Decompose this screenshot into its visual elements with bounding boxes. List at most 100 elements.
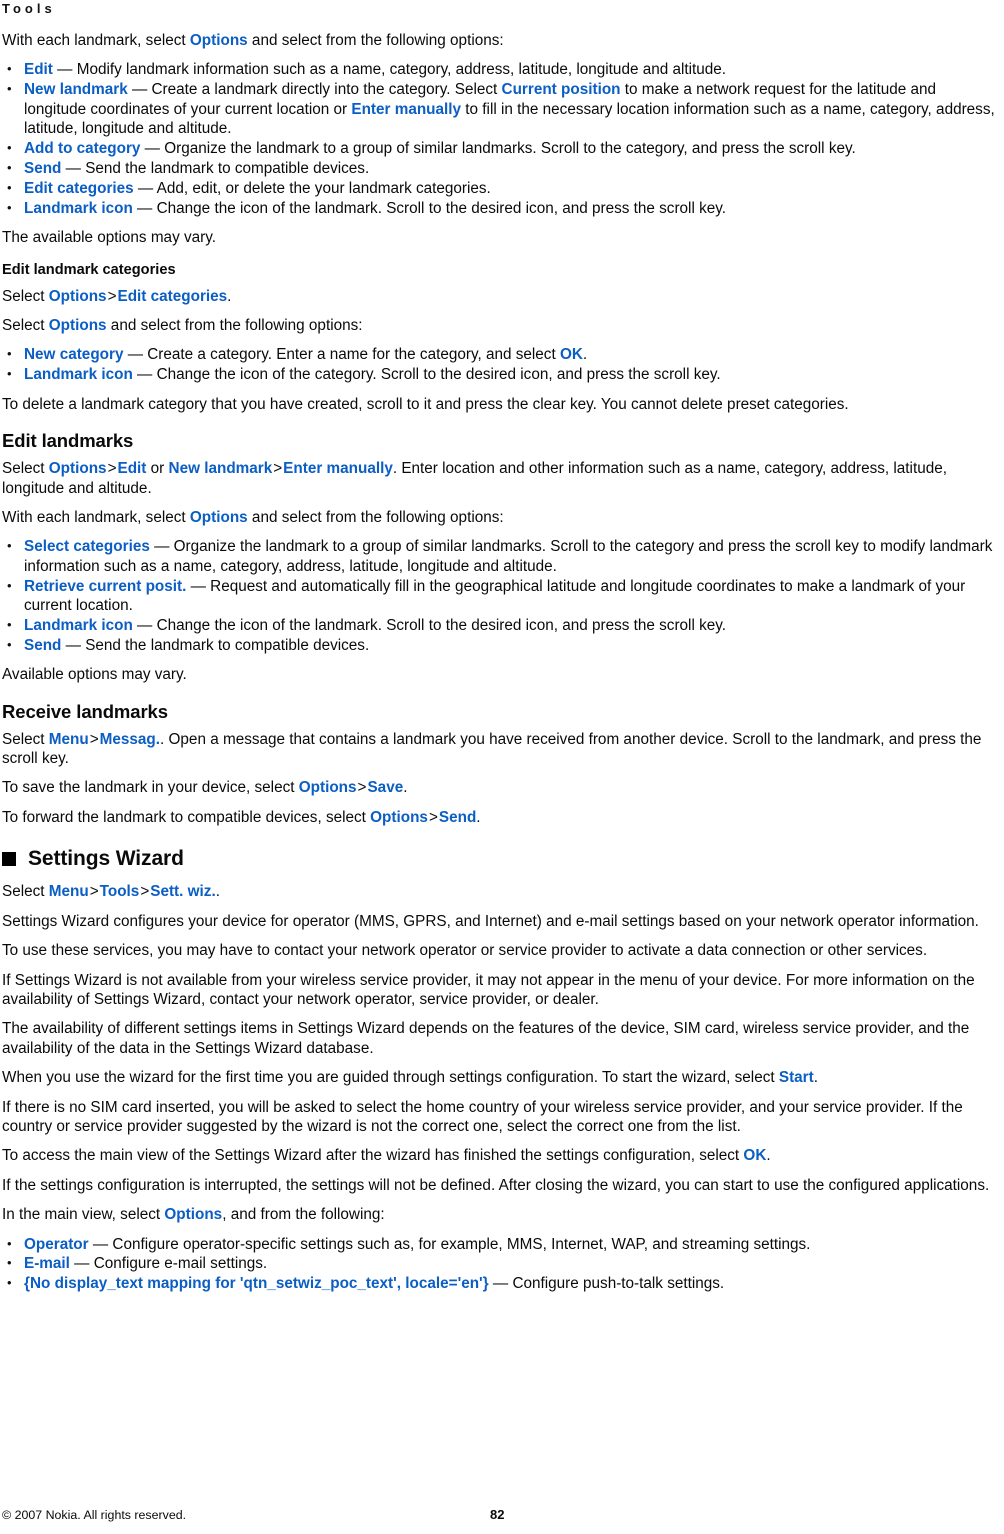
save-pre: To save the landmark in your device, sel…	[2, 779, 299, 797]
list-item-desc-a: — Create a category. Enter a name for th…	[123, 346, 560, 364]
list-item-desc: — Change the icon of the landmark. Scrol…	[132, 199, 727, 217]
ui-ref-retrieve-current-posit[interactable]: Retrieve current posit.	[24, 578, 186, 595]
select-pre: Select	[2, 883, 49, 901]
ui-ref-send[interactable]: Send	[439, 809, 476, 826]
ui-ref-landmark-icon[interactable]: Landmark icon	[24, 366, 133, 383]
main-view-access-paragraph: To access the main view of the Settings …	[2, 1146, 1000, 1165]
ui-ref-add-to-category[interactable]: Add to category	[24, 140, 140, 157]
main-view-post: .	[766, 1147, 771, 1165]
ui-ref-options[interactable]: Options	[49, 317, 107, 334]
ui-ref-current-position[interactable]: Current position	[502, 81, 621, 98]
ui-ref-new-landmark[interactable]: New landmark	[24, 81, 128, 98]
ui-ref-ok[interactable]: OK	[560, 346, 583, 363]
ui-ref-options[interactable]: Options	[190, 32, 248, 49]
ui-ref-edit[interactable]: Edit	[24, 61, 53, 78]
list-item: Send — Send the landmark to compatible d…	[2, 158, 1000, 178]
list-item: Landmark icon — Change the icon of the l…	[2, 615, 1000, 635]
ui-ref-enter-manually[interactable]: Enter manually	[351, 101, 461, 118]
page-footer: © 2007 Nokia. All rights reserved. 82	[2, 1507, 1000, 1523]
category-options-list: New category — Create a category. Enter …	[2, 344, 1000, 384]
forward-post: .	[476, 808, 481, 826]
path-separator: >	[107, 287, 117, 305]
heading-edit-landmarks: Edit landmarks	[2, 430, 134, 452]
ui-ref-tools[interactable]: Tools	[100, 883, 140, 900]
list-item-desc: — Configure operator-specific settings s…	[88, 1235, 811, 1253]
list-item-desc: — Add, edit, or delete the your landmark…	[133, 179, 491, 197]
ui-ref-edit[interactable]: Edit	[118, 460, 147, 477]
list-item: New landmark — Create a landmark directl…	[2, 79, 1000, 138]
ui-ref-ok[interactable]: OK	[743, 1147, 766, 1164]
ui-ref-save[interactable]: Save	[367, 779, 403, 796]
list-item: Landmark icon — Change the icon of the l…	[2, 198, 1000, 218]
chapter-heading-label: Settings Wizard	[28, 847, 184, 871]
list-item: E-mail — Configure e-mail settings.	[2, 1253, 1000, 1273]
settings-wizard-paragraph: Settings Wizard configures your device f…	[2, 912, 979, 930]
ui-ref-options[interactable]: Options	[370, 809, 428, 826]
settings-wizard-paragraph: The availability of different settings i…	[2, 1020, 970, 1057]
ui-ref-start[interactable]: Start	[779, 1069, 814, 1086]
page-content: With each landmark, select Options and s…	[2, 31, 1000, 1294]
ui-ref-options[interactable]: Options	[164, 1206, 222, 1223]
main-view-options-intro: In the main view, select Options, and fr…	[2, 1205, 1000, 1224]
ui-ref-edit-categories[interactable]: Edit categories	[24, 180, 134, 197]
no-sim-card-paragraph: If there is no SIM card inserted, you wi…	[2, 1098, 963, 1135]
select-pre: Select	[2, 460, 49, 478]
list-item: Edit categories — Add, edit, or delete t…	[2, 178, 1000, 198]
path-separator: >	[89, 730, 99, 748]
with-each-pre: With each landmark, select	[2, 508, 190, 526]
ui-ref-send[interactable]: Send	[24, 637, 61, 654]
ui-ref-sett-wiz[interactable]: Sett. wiz.	[150, 883, 215, 900]
select-path-edit-categories: Select Options>Edit categories.	[2, 287, 1000, 306]
forward-landmark-paragraph: To forward the landmark to compatible de…	[2, 808, 1000, 827]
ui-ref-new-category[interactable]: New category	[24, 346, 123, 363]
list-item-desc-b: .	[582, 346, 588, 364]
list-item-desc: — Change the icon of the category. Scrol…	[132, 366, 721, 384]
ui-ref-options[interactable]: Options	[190, 509, 248, 526]
ui-ref-menu[interactable]: Menu	[49, 731, 89, 748]
ui-ref-menu[interactable]: Menu	[49, 883, 89, 900]
main-view-pre: To access the main view of the Settings …	[2, 1147, 744, 1165]
options-may-vary-note: The available options may vary.	[2, 229, 216, 247]
intro-pre: With each landmark, select	[2, 32, 190, 49]
path-separator: >	[140, 883, 150, 901]
path-separator: >	[107, 460, 117, 478]
list-item-desc: — Send the landmark to compatible device…	[61, 159, 370, 177]
available-options-note: Available options may vary.	[2, 666, 187, 684]
ui-ref-email[interactable]: E-mail	[24, 1255, 70, 1272]
heading-edit-landmark-categories: Edit landmark categories	[2, 261, 176, 278]
select-pre: Select	[2, 316, 49, 334]
ui-ref-edit-categories[interactable]: Edit categories	[118, 288, 228, 305]
ui-ref-send[interactable]: Send	[24, 160, 61, 177]
ui-ref-messaging[interactable]: Messag.	[100, 731, 160, 748]
edit-landmark-options-list: Select categories — Organize the landmar…	[2, 536, 1000, 655]
settings-wizard-options-list: Operator — Configure operator-specific s…	[2, 1234, 1000, 1294]
select-post: .	[215, 883, 220, 901]
ui-ref-options[interactable]: Options	[299, 779, 357, 796]
ui-ref-select-categories[interactable]: Select categories	[24, 538, 150, 555]
forward-pre: To forward the landmark to compatible de…	[2, 808, 371, 826]
ui-ref-new-landmark[interactable]: New landmark	[169, 460, 273, 477]
list-item: Edit — Modify landmark information such …	[2, 59, 1000, 79]
select-pre: Select	[2, 287, 49, 305]
ui-ref-options[interactable]: Options	[49, 288, 107, 305]
list-item-desc: — Organize the landmark to a group of si…	[24, 538, 993, 575]
path-separator: >	[273, 460, 283, 478]
select-path-edit-landmarks: Select Options>Edit or New landmark>Ente…	[2, 459, 1000, 498]
ui-ref-landmark-icon[interactable]: Landmark icon	[24, 617, 133, 634]
ui-ref-options[interactable]: Options	[49, 460, 107, 477]
select-post: .	[227, 287, 232, 305]
settings-wizard-paragraph: To use these services, you may have to c…	[2, 942, 928, 960]
footer-page-number: 82	[490, 1507, 505, 1522]
ui-ref-operator[interactable]: Operator	[24, 1236, 89, 1253]
ui-ref-enter-manually[interactable]: Enter manually	[283, 460, 393, 477]
delete-category-note: To delete a landmark category that you h…	[2, 395, 849, 413]
running-header: Tools	[2, 1, 56, 16]
footer-copyright: © 2007 Nokia. All rights reserved.	[2, 1508, 187, 1522]
path-separator: >	[428, 808, 438, 826]
ui-ref-poc-missing-text[interactable]: {No display_text mapping for 'qtn_setwiz…	[24, 1275, 489, 1292]
list-item-desc-a: — Create a landmark directly into the ca…	[127, 81, 502, 99]
list-item-desc: — Configure e-mail settings.	[69, 1255, 268, 1273]
ui-ref-landmark-icon[interactable]: Landmark icon	[24, 200, 133, 217]
heading-receive-landmarks: Receive landmarks	[2, 700, 168, 722]
path-separator: >	[89, 883, 99, 901]
